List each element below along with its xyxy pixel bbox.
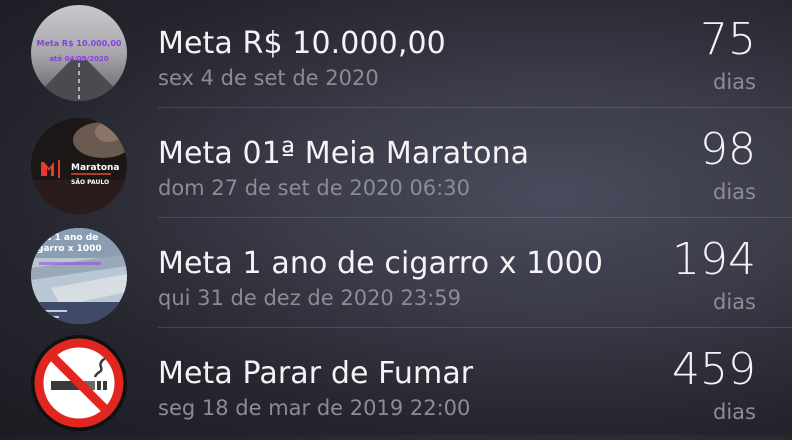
goal-date: sex 4 de set de 2020 [158,66,379,90]
goal-thumbnail: Meta R$ 10.000,00 até 04/09/2020 [31,5,127,101]
list-item[interactable]: ta 1 ano de garro x 1000 Meta 1 ano de c… [0,220,792,330]
list-item[interactable]: Meta Parar de Fumar seg 18 de mar de 201… [0,330,792,440]
days-unit: dias [713,70,756,94]
row-divider [158,327,792,328]
days-unit: dias [713,290,756,314]
days-unit: dias [713,180,756,204]
goal-date: qui 31 de dez de 2020 23:59 [158,286,461,310]
goal-title: Meta R$ 10.000,00 [158,26,446,61]
goal-date: dom 27 de set de 2020 06:30 [158,176,470,200]
list-item[interactable]: Maratona SÃO PAULO Meta 01ª Meia Maraton… [0,110,792,220]
goal-thumbnail: Maratona SÃO PAULO [31,118,127,214]
days-unit: dias [713,400,756,424]
goal-title: Meta 1 ano de cigarro x 1000 [158,246,604,281]
row-divider [158,107,792,108]
countdown-list: Meta R$ 10.000,00 até 04/09/2020 Meta R$… [0,0,792,435]
goal-thumbnail [31,335,127,431]
days-count: 194 [672,234,756,285]
days-count: 98 [700,124,756,175]
thumb-caption: garro x 1000 [37,244,102,254]
list-item[interactable]: Meta R$ 10.000,00 até 04/09/2020 Meta R$… [0,0,792,110]
thumb-caption: até 04/09/2020 [49,55,108,63]
days-count: 459 [672,344,756,395]
goal-title: Meta Parar de Fumar [158,356,474,391]
goal-date: seg 18 de mar de 2019 22:00 [158,396,471,420]
thumb-caption: Maratona [71,163,120,173]
thumb-caption: ta 1 ano de [41,233,98,243]
days-count: 75 [700,14,756,65]
goal-title: Meta 01ª Meia Maratona [158,136,530,171]
thumb-caption: SÃO PAULO [71,179,109,186]
no-smoking-icon [31,335,127,431]
row-divider [158,217,792,218]
thumb-caption: Meta R$ 10.000,00 [37,39,122,48]
goal-thumbnail: ta 1 ano de garro x 1000 [31,228,127,324]
